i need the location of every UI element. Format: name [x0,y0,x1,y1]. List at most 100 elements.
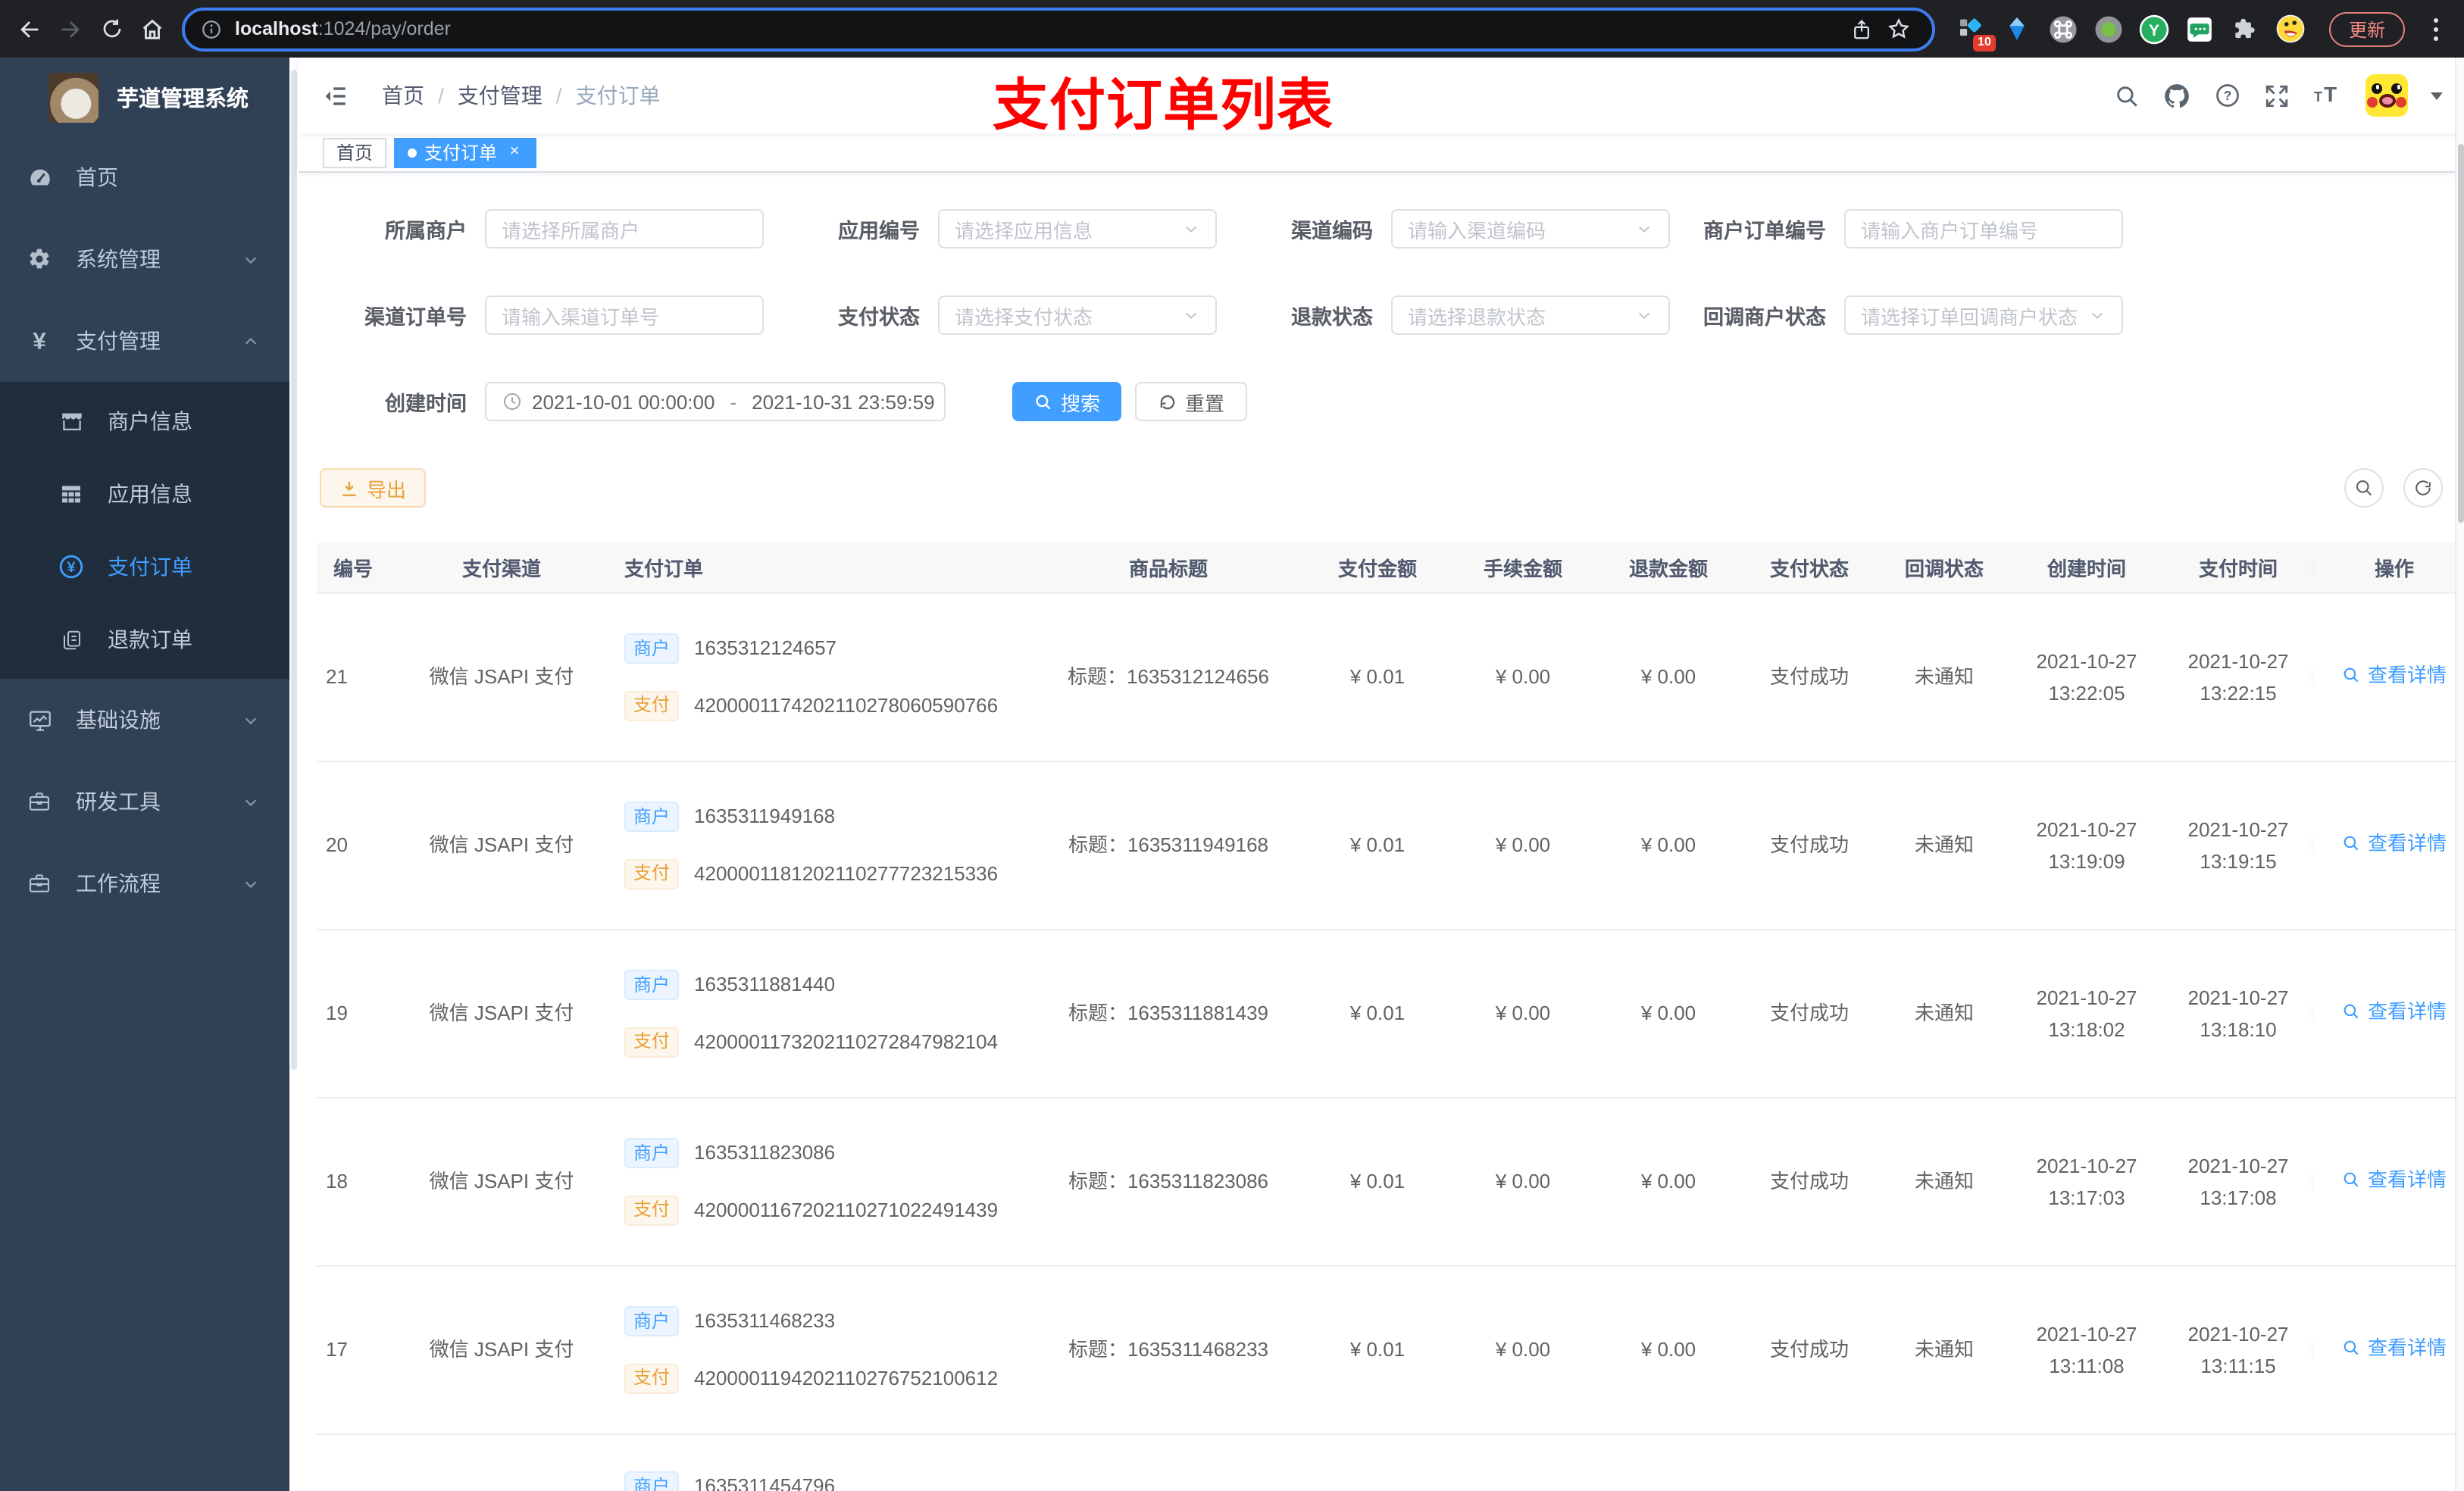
export-button[interactable]: 导出 [320,468,427,508]
share-icon[interactable] [1844,11,1881,47]
cell-channel: 微信 JSAPI 支付 [429,1169,574,1192]
sidebar-item-1[interactable]: 系统管理 [0,218,289,300]
cell-action: 查看详情 [2314,996,2464,1030]
sidebar-item-2[interactable]: ¥ 支付管理 [0,300,289,382]
scrollbar-thumb[interactable] [2458,144,2464,523]
cell-pay-time: 2021-10-27 13:11:15 [2187,1323,2289,1377]
site-info-icon[interactable] [200,17,223,40]
breadcrumb-separator: / [555,83,562,108]
view-details-link[interactable]: 查看详情 [2342,828,2447,858]
filter-select[interactable]: 请输入渠道编码 [1391,209,1670,248]
sidebar-subitem-2[interactable]: ¥ 支付订单 [0,530,289,603]
reload-icon[interactable] [91,8,132,49]
filter-input[interactable]: 请输入渠道订单号 [485,295,764,335]
date-start-value[interactable]: 2021-10-01 00:00:00 [532,390,714,413]
url-bar[interactable]: localhost:1024/pay/order [182,7,1935,51]
view-details-link[interactable]: 查看详情 [2342,1333,2447,1363]
back-icon[interactable] [9,8,50,49]
chrome-menu-icon[interactable] [2422,17,2449,40]
clock-icon [502,391,523,412]
page-scrollbar[interactable] [2455,58,2464,1491]
search-button[interactable]: 搜索 [1012,382,1122,421]
filter-select[interactable]: 请选择支付状态 [938,295,1217,335]
cell-channel: 微信 JSAPI 支付 [429,1001,574,1024]
cell-pay-order: 商户 1635311454796 [614,1435,1032,1491]
menu-item-label: 商户信息 [108,409,192,433]
user-avatar[interactable] [2366,74,2408,117]
cell-notify-status: 未通知 [1914,1001,1974,1024]
view-details-link[interactable]: 查看详情 [2342,1164,2447,1195]
sidebar-scrollbar[interactable] [289,58,299,1491]
extension-diamond-icon[interactable]: 10 [1956,13,1996,51]
sidebar-subitem-0[interactable]: 商户信息 [0,385,289,458]
cell-fee-amount: ¥ 0.00 [1495,664,1551,688]
bookmark-star-icon[interactable] [1881,11,1917,47]
view-details-link[interactable]: 查看详情 [2342,660,2447,690]
tab-pay-order[interactable]: 支付订单 × [394,137,537,167]
placeholder-text: 请输入渠道订单号 [502,305,660,328]
forward-icon[interactable] [50,8,91,49]
extension-balloon-icon[interactable] [2002,13,2034,45]
cell-create-time: 2021-10-27 13:18:02 [2036,986,2137,1041]
close-tab-icon[interactable]: × [506,143,523,161]
cell-id: 19 [326,1001,348,1024]
url-text[interactable]: localhost:1024/pay/order [235,18,1844,39]
sidebar-subitem-1[interactable]: 应用信息 [0,458,289,530]
order-number: 1635311881440 [694,973,836,996]
fullscreen-icon[interactable] [2264,83,2290,108]
order-number: 1635311454796 [694,1474,836,1491]
scrollbar-thumb[interactable] [291,70,297,1070]
breadcrumb-home[interactable]: 首页 [382,80,424,111]
yen-circle-icon: ¥ [58,553,85,580]
search-icon[interactable] [2114,83,2140,108]
date-end-value[interactable]: 2021-10-31 23:59:59 [752,390,934,413]
filter-input[interactable]: 请选择所属商户 [485,209,764,248]
filter-label: 创建时间 [385,392,467,415]
avatar-dropdown-icon[interactable] [2431,92,2443,99]
column-header: 支付时间 [2198,558,2278,580]
hide-search-button[interactable] [2344,468,2384,508]
extension-chat-icon[interactable] [2184,13,2215,45]
filter-input[interactable]: 请输入商户订单编号 [1844,209,2123,248]
cell-action: 查看详情 [2314,660,2464,694]
extension-command-icon[interactable] [2047,13,2079,45]
filter-field: 商户订单编号 请输入商户订单编号 [1676,209,2123,248]
sidebar-item-0[interactable]: 首页 [0,136,289,218]
refresh-button[interactable] [2403,468,2443,508]
tab-home[interactable]: 首页 [323,137,387,167]
filter-field: 支付状态 请选择支付状态 [770,295,1217,335]
cell-fee-amount: ¥ 0.00 [1495,833,1551,856]
svg-text:T: T [2314,89,2322,105]
order-no-line: 商户 1635311454796 [624,1471,835,1491]
breadcrumb-pay-manage[interactable]: 支付管理 [458,80,543,111]
github-icon[interactable] [2162,81,2191,110]
sidebar-collapse-icon[interactable] [323,83,349,108]
filter-select[interactable]: 请选择应用信息 [938,209,1217,248]
chevron-down-icon [2088,306,2106,324]
extension-y-icon[interactable]: Y [2138,13,2170,45]
filter-select[interactable]: 请选择订单回调商户状态 [1844,295,2123,335]
help-icon[interactable]: ? [2214,82,2241,109]
sidebar-bottom-item-1[interactable]: 研发工具 [0,761,289,842]
reset-button[interactable]: 重置 [1135,382,1248,421]
extension-green-dot-icon[interactable] [2093,13,2125,45]
sidebar-bottom-item-0[interactable]: 基础设施 [0,679,289,761]
filter-select[interactable]: 请选择退款状态 [1391,295,1670,335]
sidebar-bottom-item-2[interactable]: 工作流程 [0,842,289,924]
profile-emoji-icon[interactable] [2275,13,2306,45]
pay-tag: 支付 [624,858,680,889]
cell-title: 标题：1635311468233 [1068,1337,1269,1361]
sidebar-logo[interactable]: 芋道管理系统 [0,58,289,136]
order-no-line: 商户 1635311468233 [624,1306,835,1337]
home-icon[interactable] [132,8,173,49]
font-size-icon[interactable]: TT [2312,82,2343,109]
date-range-input[interactable]: 2021-10-01 00:00:00 - 2021-10-31 23:59:5… [485,382,946,421]
cell-title: 标题：1635311823086 [1068,1169,1269,1192]
sidebar-subitem-3[interactable]: 退款订单 [0,603,289,676]
column-header: 创建时间 [2047,558,2126,580]
extensions-puzzle-icon[interactable] [2229,13,2261,45]
view-details-link[interactable]: 查看详情 [2342,996,2447,1027]
filter-label: 商户订单编号 [1703,220,1826,242]
update-button[interactable]: 更新 [2328,11,2405,46]
pay-tag: 支付 [624,1027,680,1058]
